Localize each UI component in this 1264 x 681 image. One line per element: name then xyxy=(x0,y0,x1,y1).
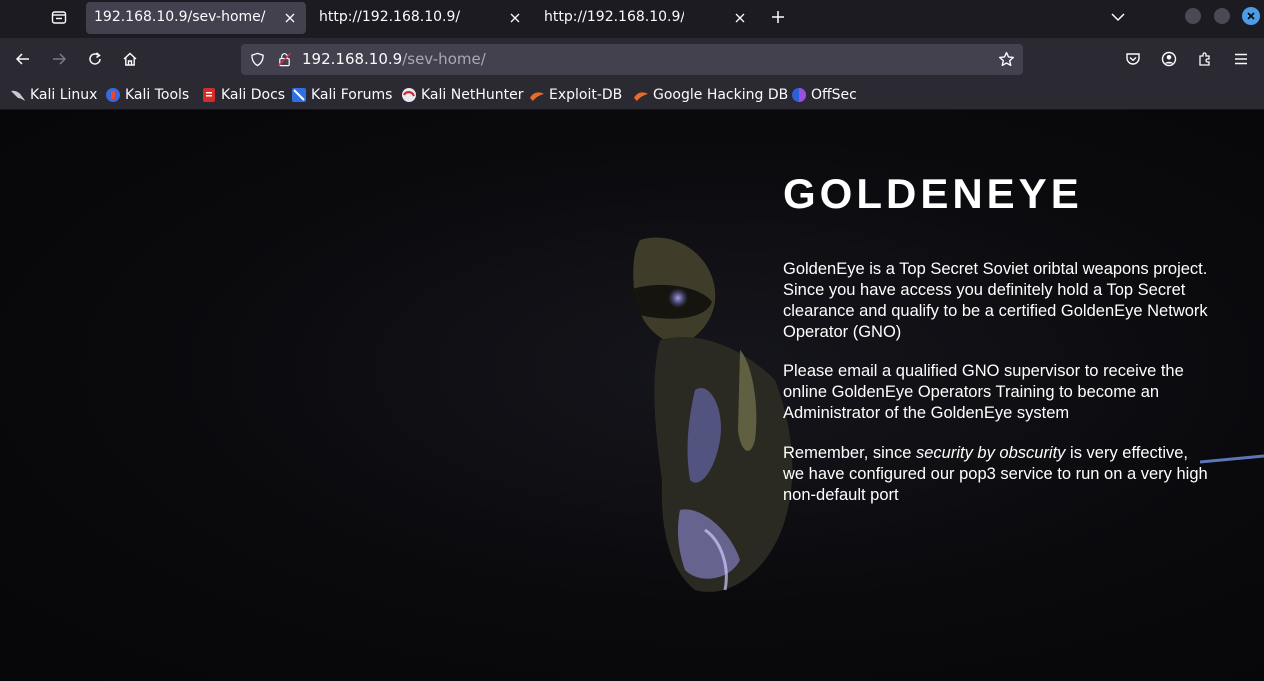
kali-forums-icon xyxy=(292,88,306,102)
navigation-toolbar: 192.168.10.9/sev-home/ xyxy=(0,38,1264,80)
close-icon xyxy=(285,13,295,23)
tab-strip: 192.168.10.9/sev-home/ http://192.168.10… xyxy=(0,0,1264,38)
bookmark-label: Kali NetHunter xyxy=(421,87,524,103)
window-close-button[interactable] xyxy=(1242,7,1260,25)
close-icon xyxy=(510,13,520,23)
firefox-view-icon xyxy=(51,11,67,24)
extensions-button[interactable] xyxy=(1191,45,1219,73)
tab-title: http://192.168.10.9/terminal. xyxy=(544,9,684,25)
url-path: /sev-home/ xyxy=(402,50,486,68)
insecure-lock-icon[interactable] xyxy=(277,52,292,67)
reload-icon xyxy=(89,52,101,65)
nethunter-icon xyxy=(402,88,416,102)
bookmark-label: Exploit-DB xyxy=(549,87,623,103)
emphasis-text: security by obscurity xyxy=(915,444,1066,462)
tab-close-button[interactable] xyxy=(505,8,525,28)
plus-icon xyxy=(772,11,784,23)
account-button[interactable] xyxy=(1155,45,1183,73)
bookmark-kali-forums[interactable]: Kali Forums xyxy=(291,86,392,104)
new-tab-button[interactable] xyxy=(764,4,792,30)
arrow-left-icon xyxy=(15,53,29,65)
kali-docs-icon xyxy=(203,88,215,102)
bookmark-kali-docs[interactable]: Kali Docs xyxy=(201,86,285,104)
pop3-text-before: Remember, since xyxy=(783,444,916,462)
chevron-down-icon xyxy=(1111,13,1125,22)
exploit-db-icon xyxy=(530,92,544,101)
tab-sev-home[interactable]: 192.168.10.9/sev-home/ xyxy=(86,2,306,34)
forward-button[interactable] xyxy=(45,45,73,73)
tab-terminal[interactable]: http://192.168.10.9/terminal. xyxy=(536,2,756,34)
tab-close-button[interactable] xyxy=(280,8,300,28)
bookmark-label: Google Hacking DB xyxy=(653,87,789,103)
list-all-tabs-button[interactable] xyxy=(1104,4,1132,30)
page-content: GOLDENEYE GoldenEye is a Top Secret Sovi… xyxy=(0,110,1264,681)
bookmark-label: Kali Linux xyxy=(30,87,98,103)
hamburger-menu-icon xyxy=(1235,53,1247,65)
bookmark-label: Kali Tools xyxy=(125,87,190,103)
url-host: 192.168.10.9 xyxy=(302,50,403,68)
bookmark-kali-tools[interactable]: Kali Tools xyxy=(105,86,189,104)
shield-icon[interactable] xyxy=(250,52,265,67)
bookmark-star-icon[interactable] xyxy=(998,51,1015,68)
bookmark-label: Kali Forums xyxy=(311,87,393,103)
tab-root[interactable]: http://192.168.10.9/ xyxy=(311,2,531,34)
bookmark-offsec[interactable]: OffSec xyxy=(791,86,857,104)
arrow-right-icon xyxy=(53,53,67,65)
tab-close-button[interactable] xyxy=(730,8,750,28)
intro-paragraph: GoldenEye is a Top Secret Soviet oribtal… xyxy=(783,260,1208,341)
bookmark-exploit-db[interactable]: Exploit-DB xyxy=(529,86,622,104)
menu-button[interactable] xyxy=(1227,45,1255,73)
pocket-icon xyxy=(1126,53,1140,65)
puzzle-icon xyxy=(1199,52,1210,66)
pocket-button[interactable] xyxy=(1119,45,1147,73)
bookmark-google-hacking-db[interactable]: Google Hacking DB xyxy=(633,86,788,104)
home-button[interactable] xyxy=(116,45,144,73)
bookmark-label: OffSec xyxy=(811,87,857,103)
bookmark-kali-nethunter[interactable]: Kali NetHunter xyxy=(401,86,523,104)
account-icon xyxy=(1161,51,1177,67)
url-text[interactable]: 192.168.10.9/sev-home/ xyxy=(302,50,486,68)
kali-dragon-icon xyxy=(11,90,25,101)
ghdb-icon xyxy=(634,92,648,101)
offsec-icon xyxy=(792,88,806,102)
close-icon xyxy=(1247,12,1255,20)
pop3-paragraph: Remember, since security by obscurity is… xyxy=(783,443,1208,506)
maximize-button[interactable] xyxy=(1214,8,1230,24)
firefox-view-button[interactable] xyxy=(44,4,74,30)
tab-title: 192.168.10.9/sev-home/ xyxy=(94,9,266,25)
kali-tools-icon xyxy=(106,88,120,102)
light-streak-image xyxy=(1200,454,1264,464)
page-title: GOLDENEYE xyxy=(783,170,1083,217)
bookmarks-toolbar: Kali Linux Kali Tools Kali Docs Kali For… xyxy=(0,80,1264,110)
minimize-button[interactable] xyxy=(1185,8,1201,24)
training-paragraph: Please email a qualified GNO supervisor … xyxy=(783,362,1184,422)
home-icon xyxy=(123,52,137,66)
back-button[interactable] xyxy=(9,45,37,73)
reload-button[interactable] xyxy=(81,45,109,73)
bookmark-kali-linux[interactable]: Kali Linux xyxy=(10,86,97,104)
tab-title: http://192.168.10.9/ xyxy=(319,9,461,25)
close-icon xyxy=(735,13,745,23)
bookmark-label: Kali Docs xyxy=(221,87,286,103)
address-bar[interactable]: 192.168.10.9/sev-home/ xyxy=(241,44,1023,75)
